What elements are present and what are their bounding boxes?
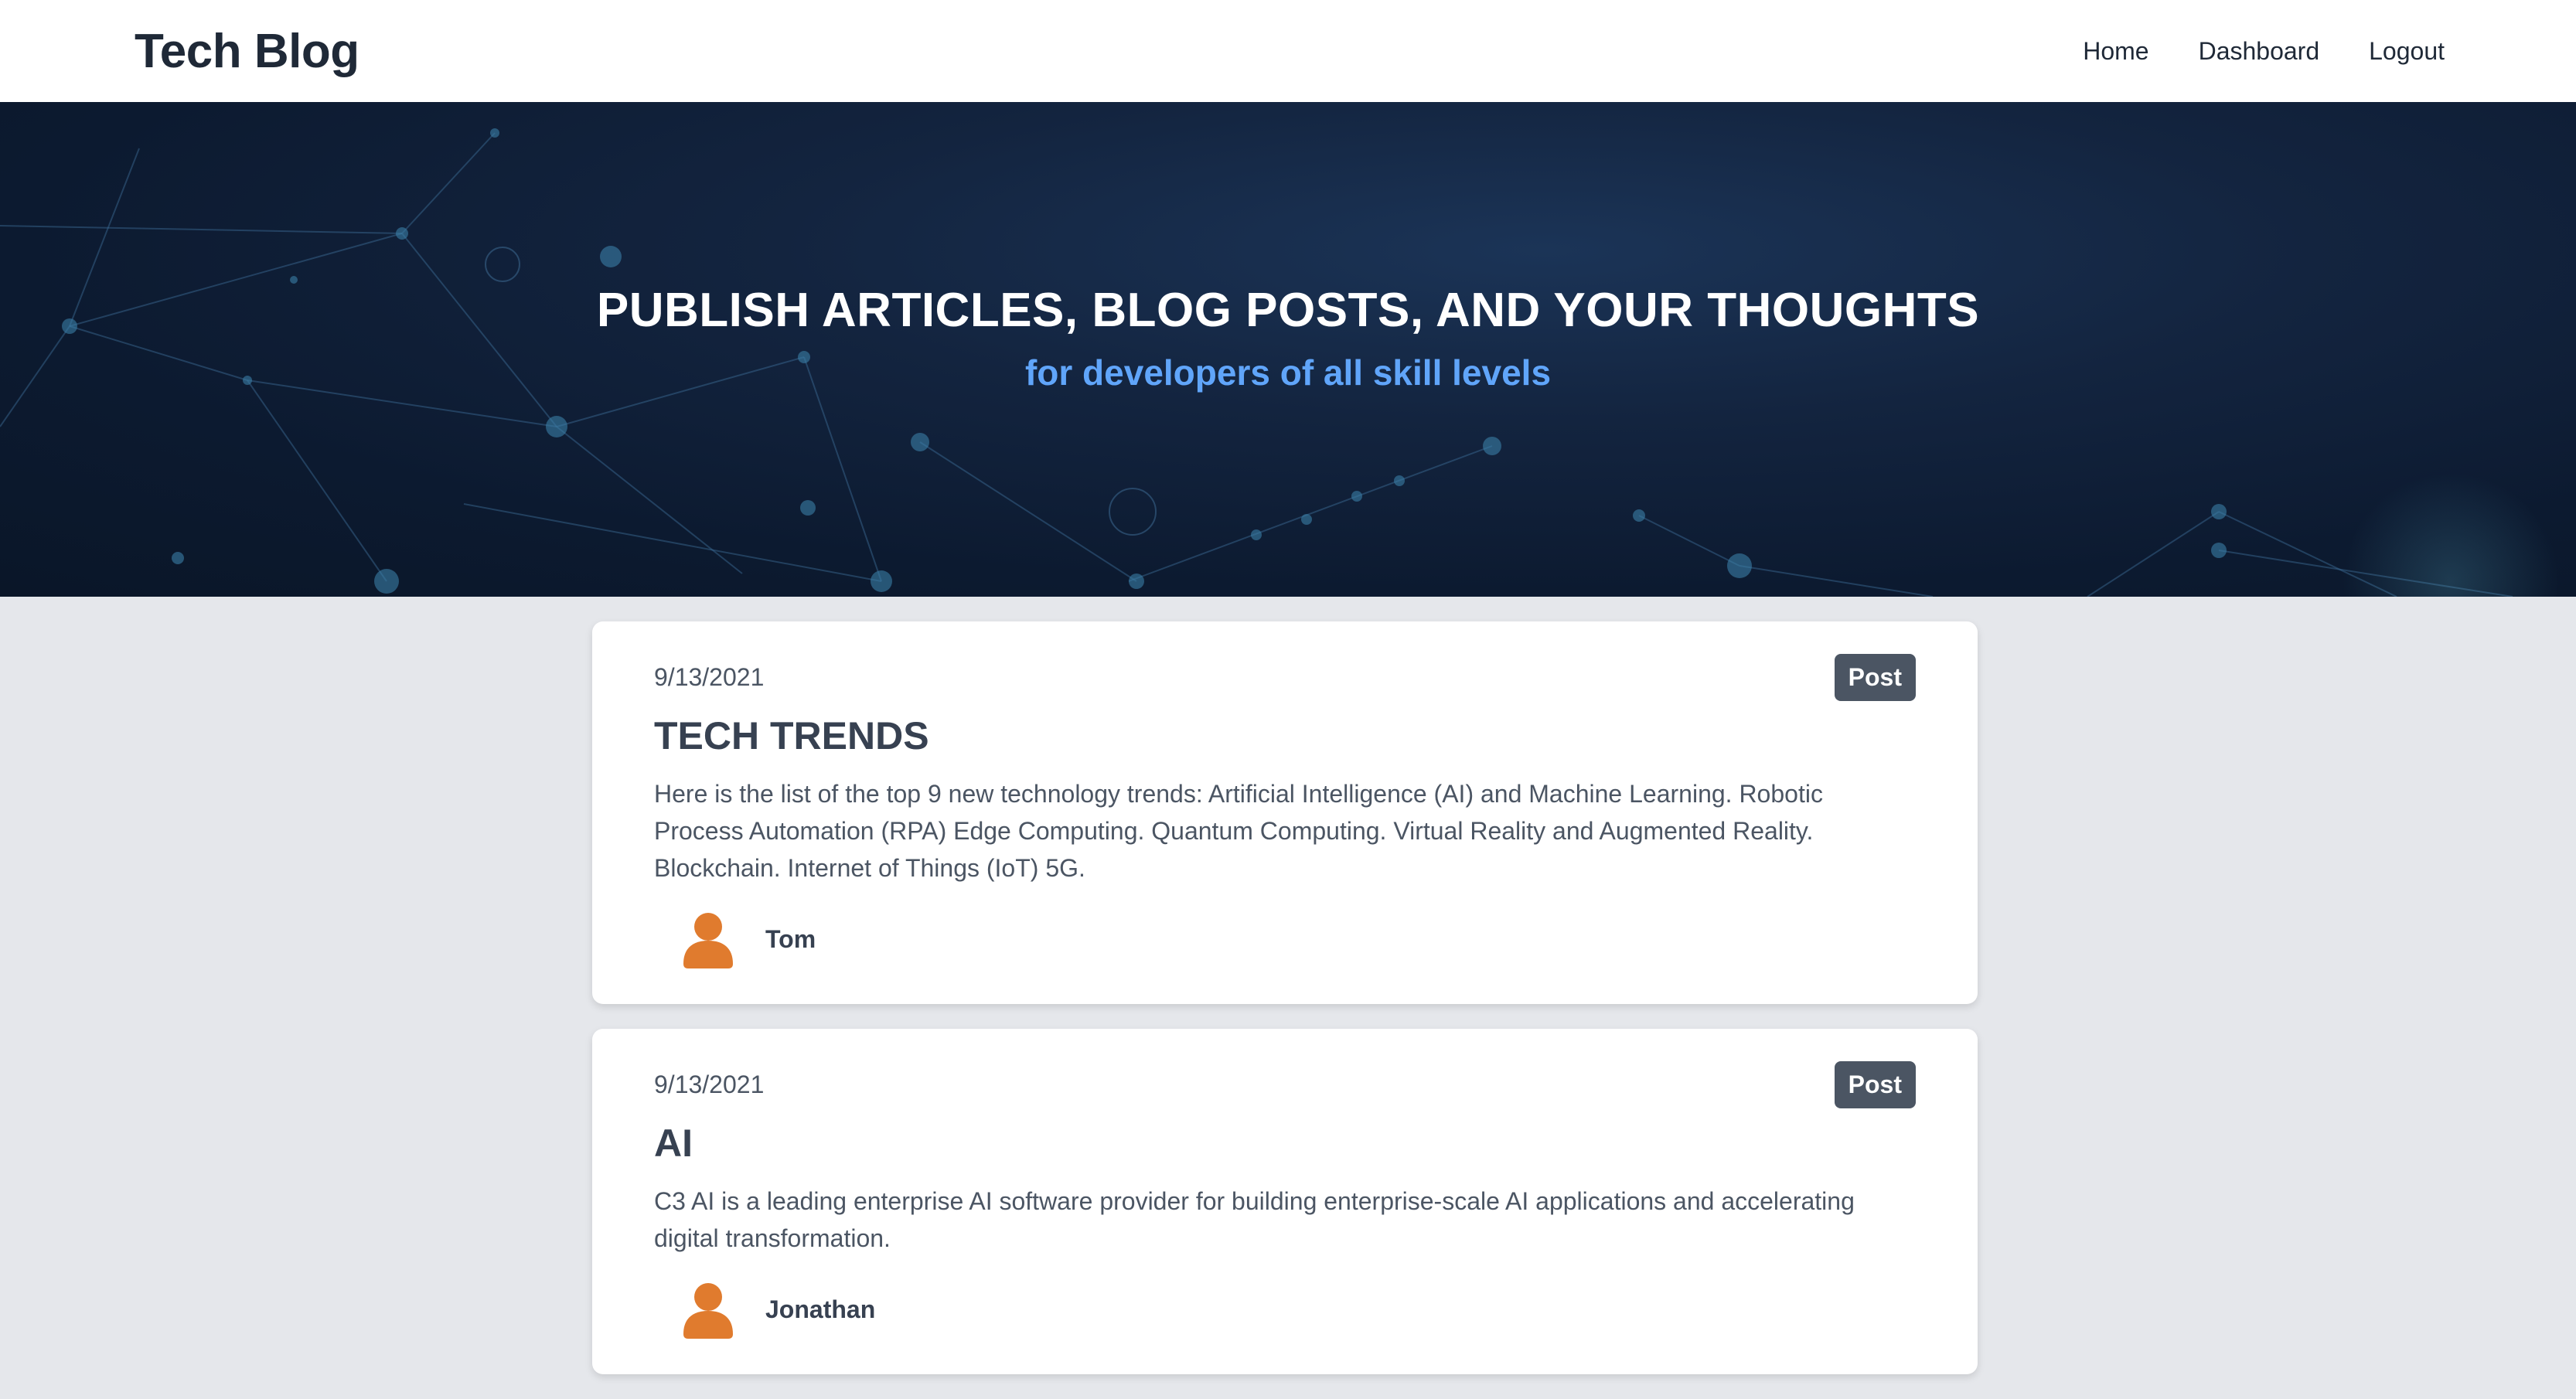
post-title[interactable]: AI: [654, 1121, 1916, 1166]
hero-text: PUBLISH ARTICLES, BLOG POSTS, AND YOUR T…: [0, 283, 2576, 393]
post-body: C3 AI is a leading enterprise AI softwar…: [654, 1187, 1855, 1252]
post-author: Jonathan: [654, 1278, 1916, 1340]
user-avatar-icon: [683, 1283, 733, 1339]
post-card-header: 9/13/2021 Post: [654, 1061, 1916, 1108]
post-badge[interactable]: Post: [1834, 654, 1916, 701]
author-name: Jonathan: [765, 1295, 876, 1323]
post-author: Tom: [654, 908, 1916, 970]
post-card[interactable]: 9/13/2021 Post TECH TRENDS Here is the l…: [592, 621, 1978, 1004]
post-title[interactable]: TECH TRENDS: [654, 713, 1916, 758]
site-brand[interactable]: Tech Blog: [135, 24, 359, 79]
post-date: 9/13/2021: [654, 663, 765, 691]
post-card-header: 9/13/2021 Post: [654, 654, 1916, 701]
nav-link-logout[interactable]: Logout: [2369, 37, 2445, 66]
post-feed: 9/13/2021 Post TECH TRENDS Here is the l…: [592, 621, 1978, 1399]
post-card[interactable]: 9/13/2021 Post AI C3 AI is a leading ent…: [592, 1029, 1978, 1374]
hero-banner: PUBLISH ARTICLES, BLOG POSTS, AND YOUR T…: [0, 102, 2576, 597]
nav-link-dashboard[interactable]: Dashboard: [2199, 37, 2320, 66]
nav-link-home[interactable]: Home: [2083, 37, 2148, 66]
hero-subtitle: for developers of all skill levels: [1024, 352, 1552, 393]
post-date: 9/13/2021: [654, 1071, 765, 1098]
post-badge[interactable]: Post: [1834, 1061, 1916, 1108]
author-name: Tom: [765, 924, 816, 953]
navbar: Tech Blog Home Dashboard Logout: [0, 0, 2576, 102]
post-body: Here is the list of the top 9 new techno…: [654, 780, 1823, 882]
user-avatar-icon: [683, 913, 733, 968]
nav-links: Home Dashboard Logout: [2083, 37, 2445, 66]
hero-title: PUBLISH ARTICLES, BLOG POSTS, AND YOUR T…: [596, 284, 1980, 337]
